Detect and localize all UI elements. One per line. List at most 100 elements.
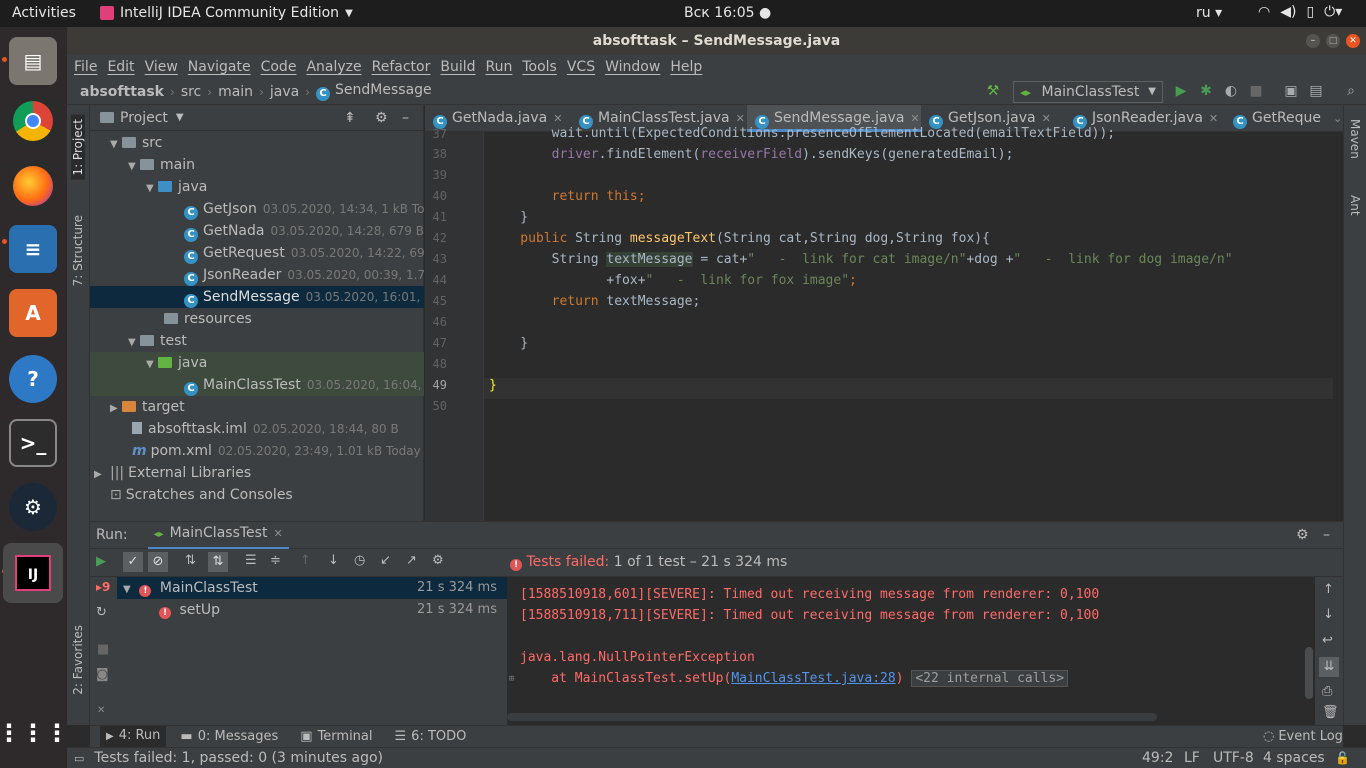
stop-icon[interactable]: ■ (1248, 83, 1264, 99)
menu-edit[interactable]: Edit (107, 55, 134, 79)
console-hscrollbar[interactable] (507, 713, 1157, 721)
close-tab-icon[interactable]: ✕ (736, 112, 745, 125)
import-tests-icon[interactable]: ↙ (380, 553, 391, 568)
tree-node-getjson[interactable]: C GetJson 03.05.2020, 14:34, 1 kB Toda (90, 198, 424, 220)
breadcrumb-file[interactable]: C SendMessage (316, 82, 432, 101)
pin-icon[interactable]: ✕ (97, 705, 105, 716)
terminal-icon[interactable]: >_ (9, 419, 57, 467)
tree-node-resources[interactable]: resources (90, 308, 424, 330)
build-hammer-icon[interactable]: ⚒ (985, 83, 1001, 99)
activities-button[interactable]: Activities (12, 5, 76, 21)
tree-node-iml[interactable]: absofttask.iml 02.05.2020, 18:44, 80 B (90, 418, 424, 440)
help-icon[interactable]: ? (9, 355, 57, 403)
firefox-icon[interactable] (9, 162, 57, 210)
prev-failed-icon[interactable]: ↑ (300, 553, 311, 568)
collapse-all-icon[interactable]: ⇞ (344, 105, 356, 131)
menu-file[interactable]: File (74, 55, 97, 79)
indent-setting[interactable]: 4 spaces (1263, 750, 1325, 766)
clock[interactable]: Вск 16:05 ● (684, 5, 771, 21)
menu-build[interactable]: Build (440, 55, 475, 79)
internal-calls-fold[interactable]: <22 internal calls> (911, 670, 1069, 687)
test-row-setup[interactable]: ! setUp 21 s 324 ms (117, 599, 507, 621)
status-message[interactable]: Tests failed: 1, passed: 0 (3 minutes ag… (94, 750, 383, 766)
test-row-mainclasstest[interactable]: ▼ ! MainClassTest 21 s 324 ms (117, 577, 507, 599)
expand-all-icon[interactable]: ☰ (245, 553, 257, 568)
tree-node-sendmessage[interactable]: C SendMessage 03.05.2020, 16:01, 2.0 (90, 286, 424, 308)
search-everywhere-icon[interactable]: ⌕ (1343, 83, 1359, 99)
test-error-badge[interactable]: ▸9 (96, 580, 110, 594)
clear-icon[interactable]: 🗑 (1322, 705, 1339, 720)
gear-icon[interactable]: ⚙ (375, 105, 388, 131)
project-structure-icon[interactable]: ▣ (1283, 83, 1299, 99)
tree-node-main[interactable]: ▼ main (90, 154, 424, 176)
tree-node-java[interactable]: ▼ java (90, 176, 424, 198)
file-encoding[interactable]: UTF-8 (1213, 750, 1254, 766)
close-tab-icon[interactable]: ✕ (910, 112, 919, 125)
steam-icon[interactable]: ⚙ (9, 483, 57, 531)
console-scrollbar[interactable] (1305, 647, 1313, 699)
test-history-icon[interactable]: ◷ (354, 553, 365, 568)
tool-tab-project[interactable]: 1: Project (71, 115, 85, 180)
coverage-icon[interactable]: ◐ (1223, 83, 1239, 99)
software-center-icon[interactable]: A (9, 289, 57, 337)
event-log-tab[interactable]: ◌ Event Log (1263, 729, 1343, 744)
menu-refactor[interactable]: Refactor (372, 55, 431, 79)
chevron-down-icon[interactable]: ⌄ (1333, 112, 1342, 125)
tool-tab-structure[interactable]: 7: Structure (71, 215, 85, 286)
scroll-up-icon[interactable]: ↑ (1323, 582, 1334, 597)
tree-node-pom[interactable]: m pom.xml 02.05.2020, 23:49, 1.01 kB Today… (90, 440, 424, 462)
intellij-icon[interactable]: IJ (3, 543, 63, 603)
code-editor[interactable]: wait.until(ExpectedConditions.presenceOf… (483, 126, 1343, 521)
project-view-select[interactable]: Project (120, 105, 168, 131)
files-icon[interactable]: ▤ (9, 37, 57, 85)
tool-tab-ant[interactable]: Ant (1348, 195, 1362, 216)
tool-tab-favorites[interactable]: 2: Favorites (71, 625, 85, 695)
keyboard-layout[interactable]: ru ▾ (1196, 5, 1222, 21)
run-config-tab[interactable]: ◂▸ MainClassTest ✕ (147, 521, 289, 550)
tree-node-target[interactable]: ▶ target (90, 396, 424, 418)
stacktrace-link[interactable]: MainClassTest.java:28 (731, 671, 895, 686)
show-ignored-icon[interactable]: ⊘ (148, 552, 168, 572)
writer-icon[interactable]: ≡ (9, 225, 57, 273)
toggle-auto-test-icon[interactable]: ↻ (96, 605, 107, 620)
tree-node-test-java[interactable]: ▼ java (90, 352, 424, 374)
breadcrumb-project[interactable]: absofttask (80, 84, 164, 100)
rerun-icon[interactable]: ▶ (96, 554, 106, 569)
tree-node-test[interactable]: ▼ test (90, 330, 424, 352)
tool-tab-maven[interactable]: Maven (1348, 119, 1362, 159)
system-tray[interactable]: ◠ ◀) ▯ ⏻▾ (1258, 4, 1342, 20)
line-separator[interactable]: LF (1184, 750, 1200, 766)
menu-help[interactable]: Help (670, 55, 702, 79)
maximize-icon[interactable]: □ (1326, 34, 1340, 48)
breadcrumb-java[interactable]: java (270, 84, 299, 100)
menu-run[interactable]: Run (486, 55, 513, 79)
close-tab-icon[interactable]: ✕ (1042, 112, 1051, 125)
close-tab-icon[interactable]: ✕ (1209, 112, 1218, 125)
gear-icon[interactable]: ⚙ (1296, 527, 1309, 543)
collapse-all-icon[interactable]: ≑ (270, 553, 281, 568)
menu-analyze[interactable]: Analyze (306, 55, 361, 79)
scroll-down-icon[interactable]: ↓ (1323, 607, 1334, 622)
print-icon[interactable]: ⎙ (1322, 684, 1332, 699)
stop-icon[interactable]: ■ (97, 642, 109, 657)
tree-node-jsonreader[interactable]: C JsonReader 03.05.2020, 00:39, 1.76 k (90, 264, 424, 286)
menu-navigate[interactable]: Navigate (188, 55, 251, 79)
status-bar-toggle-icon[interactable]: ▭ (74, 752, 84, 765)
soft-wrap-icon[interactable]: ↩ (1322, 633, 1333, 648)
minimize-panel-icon[interactable]: – (402, 105, 409, 131)
sort-duration-icon[interactable]: ⇅ (208, 552, 228, 572)
run-console[interactable]: [1588510918,601][SEVERE]: Timed out rece… (507, 577, 1315, 725)
close-tab-icon[interactable]: ✕ (273, 527, 282, 540)
lock-icon[interactable]: 🔓 (1335, 751, 1350, 765)
breadcrumb-src[interactable]: src (181, 84, 201, 100)
screenshot-icon[interactable]: ◙ (96, 667, 109, 682)
run-config-select[interactable]: ◂▸ MainClassTest ▼ (1013, 81, 1163, 103)
tool-tab-todo[interactable]: ☰ 6: TODO (395, 729, 467, 744)
next-failed-icon[interactable]: ↓ (328, 553, 339, 568)
chrome-icon[interactable] (9, 97, 57, 145)
minimize-icon[interactable]: – (1306, 34, 1320, 48)
show-passed-icon[interactable]: ✓ (123, 552, 143, 572)
debug-icon[interactable]: ✱ (1198, 83, 1214, 99)
caret-position[interactable]: 49:2 (1142, 750, 1173, 766)
apps-grid-icon[interactable]: ⋮⋮⋮ (0, 709, 69, 757)
